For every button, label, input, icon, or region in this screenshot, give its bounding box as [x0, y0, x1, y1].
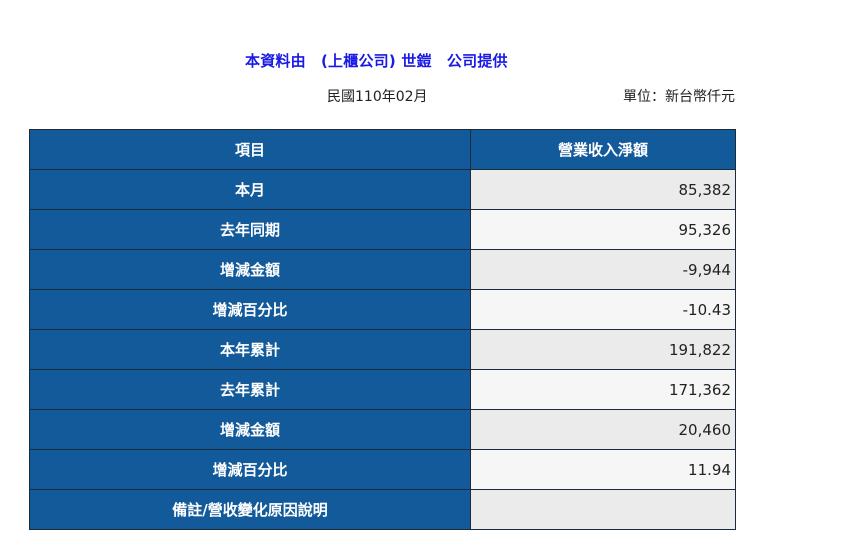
row-label: 備註/營收變化原因說明	[29, 489, 471, 530]
row-label: 去年累計	[29, 369, 471, 410]
revenue-table: 項目 營業收入淨額 本月 85,382 去年同期 95,326 增減金額 -9,…	[29, 129, 736, 530]
row-value: 171,362	[470, 369, 736, 410]
row-value: 20,460	[470, 409, 736, 450]
table-row: 增減百分比 11.94	[29, 449, 736, 490]
row-value: -10.43	[470, 289, 736, 330]
table-row: 本年累計 191,822	[29, 329, 736, 370]
row-label: 本月	[29, 169, 471, 210]
page: 本資料由 (上櫃公司) 世鎧 公司提供 民國110年02月 單位：新台幣仟元 項…	[0, 0, 864, 545]
row-label: 增減金額	[29, 409, 471, 450]
column-header-item: 項目	[29, 129, 471, 170]
table-row: 增減金額 -9,944	[29, 249, 736, 290]
row-label: 本年累計	[29, 329, 471, 370]
row-value: 11.94	[470, 449, 736, 490]
currency-unit: 單位：新台幣仟元	[623, 89, 735, 105]
row-label: 增減百分比	[29, 289, 471, 330]
row-label: 增減金額	[29, 249, 471, 290]
row-value: 85,382	[470, 169, 736, 210]
table-row: 備註/營收變化原因說明	[29, 489, 736, 530]
table-row: 增減金額 20,460	[29, 409, 736, 450]
table-row: 去年同期 95,326	[29, 209, 736, 250]
row-label: 增減百分比	[29, 449, 471, 490]
table-row: 去年累計 171,362	[29, 369, 736, 410]
table-row: 本月 85,382	[29, 169, 736, 210]
row-value: 191,822	[470, 329, 736, 370]
table-row: 增減百分比 -10.43	[29, 289, 736, 330]
column-header-revenue: 營業收入淨額	[470, 129, 736, 170]
row-label: 去年同期	[29, 209, 471, 250]
row-value: 95,326	[470, 209, 736, 250]
report-period: 民國110年02月	[327, 89, 428, 105]
row-value-remarks	[470, 489, 736, 530]
table-header-row: 項目 營業收入淨額	[29, 129, 736, 170]
report-title: 本資料由 (上櫃公司) 世鎧 公司提供	[245, 52, 508, 70]
row-value: -9,944	[470, 249, 736, 290]
